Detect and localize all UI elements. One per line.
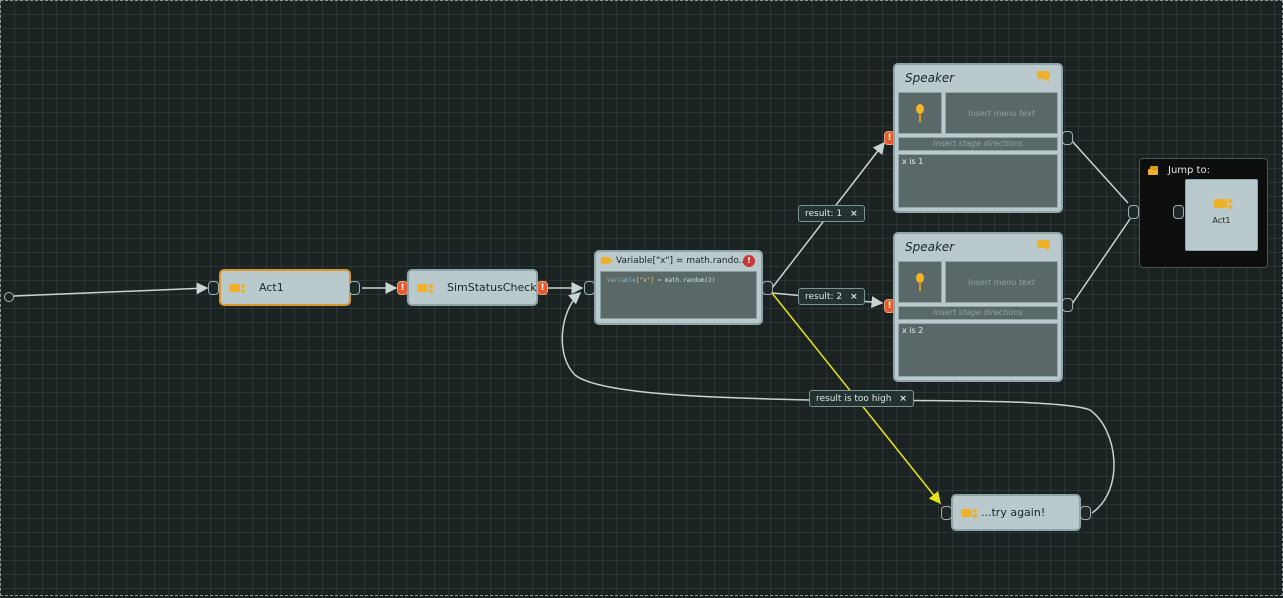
jump-icon — [1148, 166, 1158, 175]
speaker-title: Speaker — [905, 71, 955, 85]
stage-directions-field[interactable]: Insert stage directions — [898, 137, 1058, 151]
speaker-node-1[interactable]: Speaker Insert menu text Insert stage di… — [893, 63, 1063, 213]
jump-target-act1[interactable]: Act1 — [1185, 179, 1258, 251]
speaker-node-2[interactable]: Speaker Insert menu text Insert stage di… — [893, 232, 1063, 382]
act1-output-pin[interactable] — [349, 281, 360, 295]
pushpin-icon — [916, 104, 924, 122]
fragment-icon — [417, 283, 433, 293]
remove-condition-button[interactable]: × — [899, 394, 907, 404]
fragment-icon — [229, 283, 245, 293]
dialogue-text-field[interactable]: x is 2 — [898, 323, 1058, 377]
code-rest: = math.random(2) — [653, 277, 716, 284]
fragment-icon — [1214, 198, 1233, 210]
speaker2-output-pin[interactable] — [1062, 298, 1073, 312]
menu-text-field[interactable]: Insert menu text — [945, 261, 1058, 303]
start-pin[interactable] — [4, 292, 14, 302]
act1-input-pin[interactable] — [208, 281, 219, 295]
condition-label: result: 2 — [805, 292, 843, 302]
dialogue-text-field[interactable]: x is 1 — [898, 154, 1058, 208]
jump-input-pin[interactable] — [1128, 205, 1139, 219]
condition-result-2[interactable]: result: 2 × — [798, 288, 865, 305]
condition-too-high[interactable]: result is too high × — [809, 390, 914, 407]
jump-title: Jump to: — [1168, 165, 1210, 176]
speaker-avatar[interactable] — [898, 92, 942, 134]
speech-bubble-icon — [1037, 71, 1050, 83]
speaker1-output-pin[interactable] — [1062, 131, 1073, 145]
speaker-avatar[interactable] — [898, 261, 942, 303]
try-again-node[interactable]: ...try again! — [951, 494, 1081, 531]
wire-start-to-act1[interactable] — [13, 282, 209, 297]
pushpin-icon — [916, 273, 924, 291]
condition-label: result: 1 — [805, 209, 843, 219]
remove-condition-button[interactable]: × — [850, 209, 858, 219]
menu-text-field[interactable]: Insert menu text — [945, 92, 1058, 134]
error-icon[interactable]: ! — [743, 255, 755, 267]
variable-output-pin[interactable] — [762, 281, 773, 295]
simstatus-label: SimStatusCheck — [447, 281, 537, 294]
jump-target-label: Act1 — [1212, 216, 1231, 225]
jump-target-pin[interactable] — [1173, 205, 1184, 219]
variable-code-body[interactable]: Variable["x"] = math.random(2) — [600, 271, 757, 319]
code-keyword: Variable — [607, 277, 636, 284]
jump-node[interactable]: Jump to: Act1 — [1128, 158, 1268, 268]
wire-speaker1-to-jump[interactable] — [1071, 140, 1129, 204]
stage-directions-field[interactable]: Insert stage directions — [898, 306, 1058, 320]
variable-header: Variable["x"] = math.rando... — [616, 256, 748, 266]
condition-label: result is too high — [816, 394, 892, 404]
code-string: ["x"] — [635, 277, 654, 284]
simstatuscheck-node[interactable]: SimStatusCheck — [407, 269, 538, 306]
tryagain-label: ...try again! — [981, 506, 1046, 519]
condition-result-1[interactable]: result: 1 × — [798, 205, 865, 222]
simstatus-output-pin[interactable] — [537, 281, 548, 295]
act1-node[interactable]: Act1 — [219, 269, 351, 306]
variable-code-node[interactable]: Variable["x"] = math.rando... ! Variable… — [594, 250, 763, 325]
act1-label: Act1 — [259, 281, 284, 294]
speech-bubble-icon — [1037, 240, 1050, 252]
tryagain-output-pin[interactable] — [1080, 506, 1091, 520]
wire-speaker2-to-jump[interactable] — [1071, 218, 1131, 305]
remove-condition-button[interactable]: × — [850, 292, 858, 302]
fragment-icon — [961, 508, 977, 518]
speaker-title: Speaker — [905, 240, 955, 254]
